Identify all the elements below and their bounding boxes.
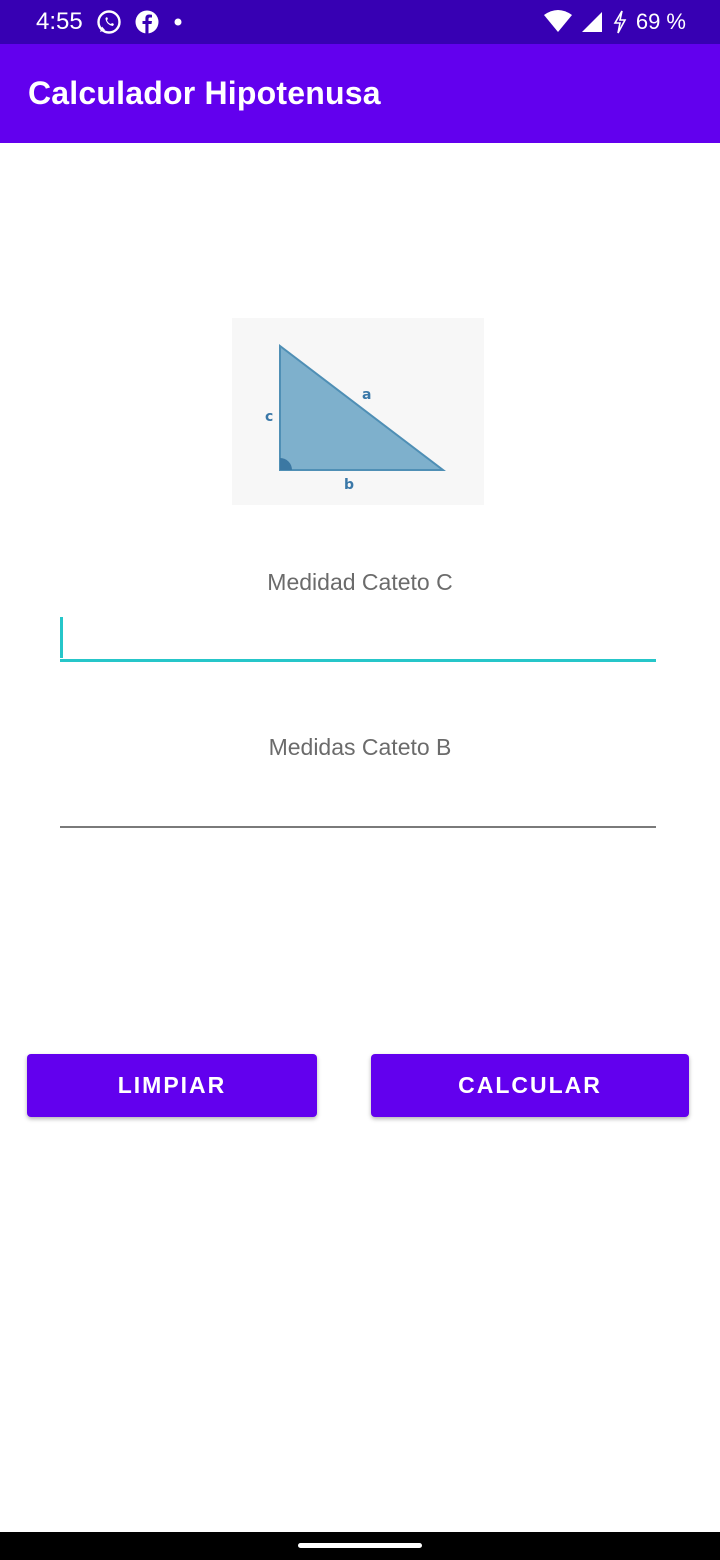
calculate-button[interactable]: CALCULAR	[371, 1054, 689, 1117]
facebook-icon	[134, 9, 160, 35]
status-system-icons: 69 %	[543, 8, 686, 36]
status-bar: 4:55 69 %	[0, 0, 720, 44]
cateto-b-input[interactable]	[60, 780, 656, 828]
battery-percent: 69 %	[635, 9, 686, 34]
app-bar: Calculador Hipotenusa	[0, 44, 720, 143]
status-notification-icons	[96, 8, 184, 36]
wifi-icon	[543, 10, 572, 34]
triangle-diagram-image: a c b	[232, 318, 484, 505]
diagram-label-a: a	[362, 387, 371, 403]
status-time: 4:55	[36, 8, 83, 35]
diagram-label-b: b	[344, 477, 354, 493]
clear-button[interactable]: LIMPIAR	[27, 1054, 317, 1117]
diagram-label-c: c	[265, 409, 273, 425]
cateto-b-label: Medidas Cateto B	[268, 734, 452, 760]
cateto-c-input[interactable]	[60, 614, 656, 662]
page-title: Calculador Hipotenusa	[28, 75, 381, 111]
notification-dot-icon	[172, 9, 184, 35]
navigation-bar	[0, 1532, 720, 1560]
home-gesture-handle[interactable]	[298, 1543, 422, 1548]
signal-icon	[580, 10, 604, 34]
text-cursor	[60, 617, 63, 658]
charging-icon	[612, 10, 628, 34]
whatsapp-icon	[96, 9, 122, 35]
cateto-c-label: Medidad Cateto C	[267, 569, 453, 595]
